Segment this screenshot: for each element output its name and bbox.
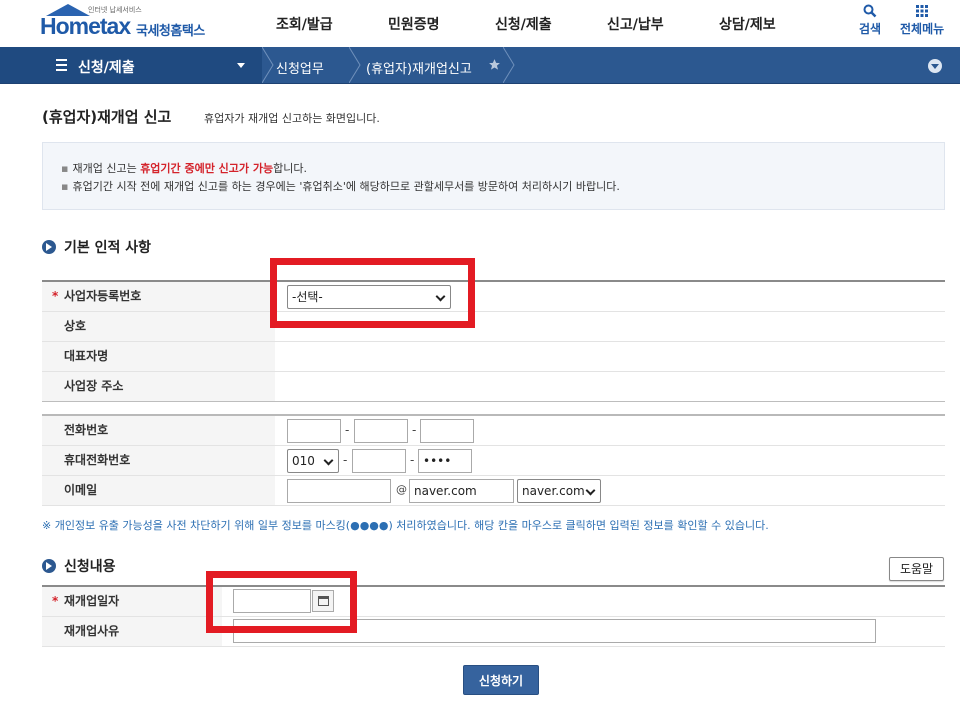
expand-circle-icon[interactable] (928, 59, 942, 73)
submit-button[interactable]: 신청하기 (463, 665, 539, 695)
phone-part-2-input[interactable] (354, 419, 408, 443)
gnb-item-inquiry[interactable]: 조회/발급 (276, 14, 333, 34)
breadcrumb-item-apply[interactable]: 신청업무 (276, 58, 324, 77)
email-at-sign: @ (396, 483, 407, 496)
gnb-item-certificate[interactable]: 민원증명 (388, 14, 440, 34)
section-heading-basic: 기본 인적 사항 (42, 237, 151, 257)
table-row: 이메일 @ naver.com naver.com (42, 476, 945, 506)
notice-box: ▪ 재개업 신고는 휴업기간 중에만 신고가 가능합니다. ▪ 휴업기간 시작 전에… (42, 142, 945, 210)
mobile-label: 휴대전화번호 (42, 446, 275, 475)
logo-korean-name: 국세청홈택스 (136, 24, 205, 39)
highlight-box-bizno (270, 258, 475, 328)
reopen-reason-label: 재개업사유 (42, 617, 222, 646)
all-menu-label: 전체메뉴 (900, 22, 945, 36)
highlight-box-date (206, 571, 357, 633)
caret-down-icon (237, 63, 245, 68)
page-title: (휴업자)재개업 신고 (42, 108, 172, 126)
email-label: 이메일 (42, 476, 275, 505)
dash-separator: - (412, 423, 417, 437)
breadcrumb-chevron-icon (262, 47, 274, 83)
hamburger-icon (56, 59, 67, 74)
mobile-prefix-select[interactable]: 010 (287, 449, 339, 473)
mobile-middle-input[interactable] (352, 449, 406, 473)
page-description: 휴업자가 재개업 신고하는 화면입니다. (204, 112, 380, 125)
basic-info-table: * 사업자등록번호 -선택- 상호 대표자명 사업장 주소 (42, 280, 945, 402)
chevron-down-icon (323, 455, 334, 466)
required-asterisk: * (52, 289, 59, 303)
notice-line-2: ▪ 휴업기간 시작 전에 재개업 신고를 하는 경우에는 '휴업취소'에 해당하므… (61, 180, 620, 193)
dash-separator: - (410, 453, 415, 467)
logo-wordmark: Hometax (40, 13, 131, 39)
email-domain-input[interactable]: naver.com (409, 479, 514, 503)
section-arrow-icon (42, 240, 56, 254)
phone-part-1-input[interactable] (287, 419, 341, 443)
help-button[interactable]: 도움말 (889, 557, 944, 581)
table-row: 휴대전화번호 010 - - •••• (42, 446, 945, 476)
top-header: 인터넷 납세서비스 Hometax 국세청홈택스 조회/발급 민원증명 신청/제… (0, 0, 960, 47)
all-menu-button[interactable]: 전체메뉴 (900, 4, 944, 37)
email-id-input[interactable] (287, 479, 391, 503)
search-label: 검색 (859, 22, 882, 36)
breadcrumb-chevron-icon (503, 47, 515, 83)
table-row: 전화번호 - - (42, 416, 945, 446)
company-name-label: 상호 (42, 312, 275, 341)
chevron-down-icon (585, 485, 596, 496)
section-heading-request: 신청내용 (42, 556, 116, 576)
bizno-label-cell: * 사업자등록번호 (42, 282, 275, 311)
table-row: * 재개업일자 (42, 587, 945, 617)
ceo-name-label: 대표자명 (42, 342, 275, 371)
table-row: 사업장 주소 (42, 372, 945, 402)
reopen-date-label: * 재개업일자 (42, 587, 222, 616)
required-asterisk: * (52, 594, 59, 608)
breadcrumb-item-current: (휴업자)재개업신고 (366, 62, 472, 77)
email-domain-select[interactable]: naver.com (517, 479, 601, 503)
dash-separator: - (343, 453, 348, 467)
contact-info-table: 전화번호 - - 휴대전화번호 010 - - •••• 이메일 @ naver… (42, 414, 945, 506)
breadcrumb-chevron-icon (349, 47, 361, 83)
phone-label: 전화번호 (42, 416, 275, 445)
table-row: 상호 (42, 312, 945, 342)
table-row: * 사업자등록번호 -선택- (42, 282, 945, 312)
mobile-last-input[interactable]: •••• (418, 449, 472, 473)
gnb-item-filing[interactable]: 신고/납부 (607, 14, 664, 34)
search-icon (863, 4, 877, 18)
notice-highlight: 휴업기간 중에만 신고가 가능 (140, 162, 274, 175)
privacy-masking-notice: ※ 개인정보 유출 가능성을 사전 차단하기 위해 일부 정보를 마스킹(●●●… (42, 519, 769, 532)
section-arrow-icon (42, 559, 56, 573)
dash-separator: - (345, 423, 350, 437)
gnb-item-consult[interactable]: 상담/제보 (719, 14, 776, 34)
table-row: 대표자명 (42, 342, 945, 372)
breadcrumb-bar: 신청/제출 신청업무 (휴업자)재개업신고 (0, 47, 960, 84)
search-button[interactable]: 검색 (859, 4, 881, 37)
notice-line-1: ▪ 재개업 신고는 휴업기간 중에만 신고가 가능합니다. (61, 162, 307, 175)
star-icon[interactable] (488, 58, 501, 71)
menu-title: 신청/제출 (78, 60, 135, 76)
hometax-logo[interactable]: 인터넷 납세서비스 Hometax 국세청홈택스 (40, 4, 215, 42)
menu-dropdown[interactable]: 신청/제출 (0, 47, 262, 83)
phone-part-3-input[interactable] (420, 419, 474, 443)
grid-menu-icon (916, 5, 929, 17)
address-label: 사업장 주소 (42, 372, 275, 401)
gnb-item-application[interactable]: 신청/제출 (495, 14, 552, 34)
